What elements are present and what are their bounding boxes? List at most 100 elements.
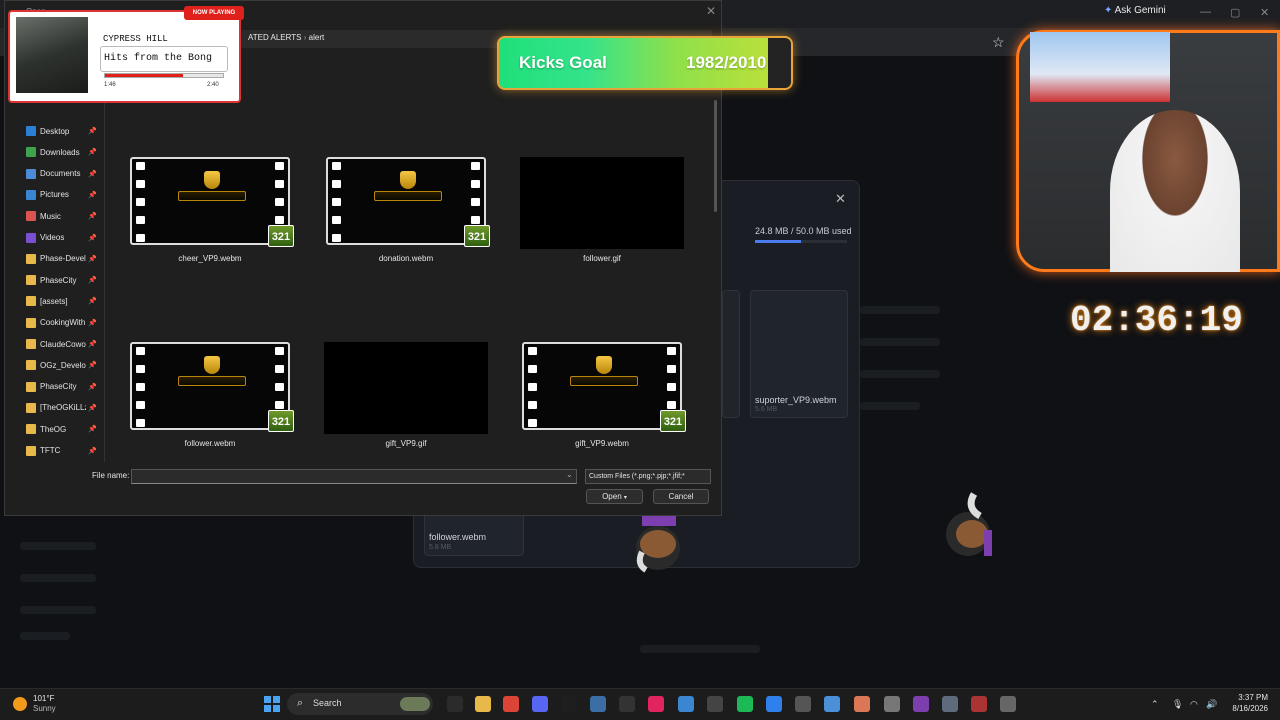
nav-item[interactable]: [assets] 📌 (18, 292, 104, 310)
dialog-close-icon[interactable]: ✕ (706, 4, 716, 18)
cancel-button[interactable]: Cancel (653, 489, 709, 504)
pin-icon[interactable]: 📌 (88, 447, 97, 455)
nav-item[interactable]: TFTC 📌 (18, 442, 104, 460)
nav-item[interactable]: PhaseCity 📌 (18, 378, 104, 396)
nav-item[interactable]: ClaudeCowo 📌 (18, 335, 104, 353)
breadcrumb-item[interactable]: alert (309, 33, 325, 42)
bookmark-star-icon[interactable]: ☆ (992, 34, 1005, 51)
app-icon[interactable] (590, 696, 606, 712)
app-icon[interactable] (648, 696, 664, 712)
chevron-down-icon[interactable]: ▾ (624, 495, 627, 501)
nav-item-label: Documents (40, 169, 81, 179)
pin-icon[interactable]: 📌 (88, 383, 97, 391)
windows-logo-tile (273, 705, 280, 712)
media-tile[interactable]: follower.webm 5.8 MB (424, 512, 524, 556)
media-player-badge-icon: 321 (660, 410, 686, 432)
nav-item[interactable]: Videos 📌 (18, 229, 104, 247)
pin-icon[interactable]: 📌 (88, 319, 97, 327)
discord-icon[interactable] (532, 696, 548, 712)
volume-icon[interactable]: 🔊 (1206, 699, 1217, 710)
hs-app-icon[interactable] (707, 696, 723, 712)
film-sprocket (136, 180, 145, 188)
folder-icon[interactable] (475, 696, 491, 712)
app-icon[interactable] (824, 696, 840, 712)
breadcrumb-item[interactable]: ATED ALERTS (248, 33, 302, 42)
alert-crest-icon (178, 356, 246, 390)
wifi-icon[interactable]: ◠ (1190, 699, 1198, 710)
nav-item[interactable]: Pictures 📌 (18, 186, 104, 204)
close-icon[interactable]: ✕ (1260, 6, 1269, 19)
weather-temperature[interactable]: 101°F (33, 694, 54, 703)
nav-item[interactable]: TheOG 📌 (18, 420, 104, 438)
pin-icon[interactable]: 📌 (88, 404, 97, 412)
file-explorer-icon[interactable] (447, 696, 463, 712)
media-tile[interactable] (722, 290, 740, 418)
nav-item[interactable]: OGz_Develop 📌 (18, 356, 104, 374)
search-icon: ⌕ (297, 697, 304, 709)
minimize-icon[interactable]: — (1200, 6, 1211, 18)
app-icon[interactable] (913, 696, 929, 712)
nav-item[interactable]: Music 📌 (18, 207, 104, 225)
pin-icon[interactable]: 📌 (88, 340, 97, 348)
terminal-icon[interactable] (619, 696, 635, 712)
ghost-row (860, 306, 940, 314)
pin-icon[interactable]: 📌 (88, 276, 97, 284)
github-icon[interactable] (795, 696, 811, 712)
chevron-up-icon[interactable]: ⌃ (1151, 699, 1159, 710)
pin-icon[interactable]: 📌 (88, 212, 97, 220)
media-player-icon[interactable] (1000, 696, 1016, 712)
app-icon[interactable] (971, 696, 987, 712)
pin-icon[interactable]: 📌 (88, 148, 97, 156)
breadcrumb[interactable]: ATED ALERTS › alert (248, 33, 324, 42)
file-name-input[interactable] (131, 469, 577, 484)
chrome-icon[interactable] (503, 696, 519, 712)
nav-item[interactable]: Downloads 📌 (18, 143, 104, 161)
sun-icon[interactable] (13, 697, 27, 711)
nav-item[interactable]: CookingWith 📌 (18, 314, 104, 332)
app-icon[interactable] (884, 696, 900, 712)
nav-item-label: PhaseCity (40, 382, 77, 392)
pin-icon[interactable]: 📌 (88, 234, 97, 242)
clock-time[interactable]: 3:37 PM (1228, 693, 1268, 702)
file-thumbnail: 321 (324, 157, 490, 249)
search-highlight-icon[interactable] (400, 697, 430, 711)
pin-icon[interactable]: 📌 (88, 255, 97, 263)
weather-description[interactable]: Sunny (33, 704, 56, 713)
clock-date[interactable]: 8/16/2026 (1221, 704, 1268, 713)
ask-gemini-button[interactable]: ✦ Ask Gemini (1104, 5, 1166, 16)
pin-icon[interactable]: 📌 (88, 191, 97, 199)
crest-shield (596, 356, 612, 374)
open-button[interactable]: Open ▾ (586, 489, 643, 504)
pin-icon[interactable]: 📌 (88, 361, 97, 369)
nav-item[interactable]: [TheOGKiLLz 📌 (18, 399, 104, 417)
spotify-icon[interactable] (737, 696, 753, 712)
scrollbar[interactable] (714, 100, 717, 212)
maximize-icon[interactable]: ▢ (1230, 6, 1240, 19)
nav-item[interactable]: PhaseCity 📌 (18, 271, 104, 289)
nav-item-label: TFTC (40, 446, 61, 455)
pin-icon[interactable]: 📌 (88, 170, 97, 178)
pin-icon[interactable]: 📌 (88, 425, 97, 433)
sparkle-icon: ✦ (1104, 5, 1113, 16)
film-strip-icon (522, 342, 682, 430)
claude-icon[interactable] (854, 696, 870, 712)
nav-item[interactable]: Phase-Develc 📌 (18, 250, 104, 268)
vscode-icon[interactable] (766, 696, 782, 712)
settings-icon[interactable] (942, 696, 958, 712)
nav-item[interactable]: Documents 📌 (18, 165, 104, 183)
media-tile[interactable]: suporter_VP9.webm 5.6 MB (750, 290, 848, 418)
nav-item[interactable]: Desktop 📌 (18, 122, 104, 140)
chevron-down-icon[interactable]: ⌄ (566, 470, 573, 479)
file-type-filter[interactable]: Custom Files (*.png;*.pjp;*.jfif;* (585, 469, 711, 484)
crest-shield (204, 171, 220, 189)
modal-close-icon[interactable]: ✕ (835, 191, 846, 207)
terminal-icon[interactable] (561, 696, 577, 712)
folder-icon (26, 360, 36, 371)
notepad-icon[interactable] (678, 696, 694, 712)
microphone-icon[interactable]: 🎙 (1172, 699, 1183, 710)
start-button[interactable] (264, 696, 280, 712)
pin-icon[interactable]: 📌 (88, 297, 97, 305)
film-sprocket (528, 365, 537, 373)
pin-icon[interactable]: 📌 (88, 127, 97, 135)
kicks-goal-value: 1982/2010 (686, 53, 767, 72)
